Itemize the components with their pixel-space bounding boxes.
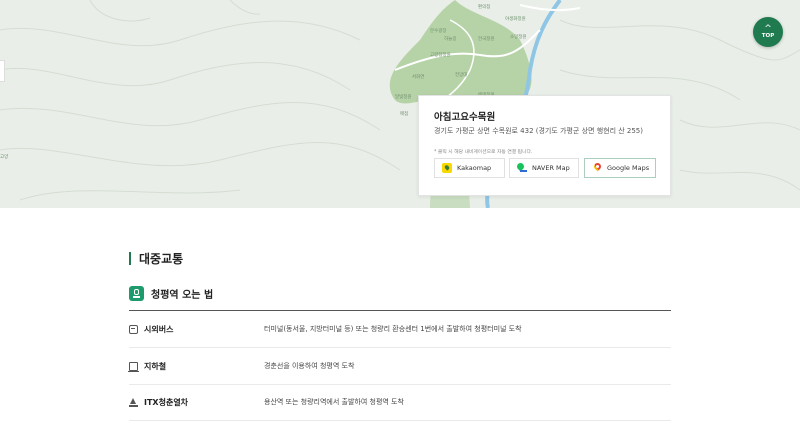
- transit-row: 시외버스 터미널(동서울, 지방터미널 등) 또는 청량리 환승센터 1번에서 …: [129, 311, 671, 348]
- navigation-note: * 클릭 시 해당 내비게이션으로 자동 연결 됩니다.: [434, 150, 533, 155]
- google-maps-label: Google Maps: [607, 164, 650, 172]
- map-label: 고양: [0, 153, 8, 160]
- transit-row: 지하철 경춘선을 이용하여 청평역 도착: [128, 348, 671, 385]
- transit-label: 지하철: [144, 362, 167, 371]
- map-canvas: 편의점 분수광장 하늘길 고향집정원 한국정원 소망정원 전망대 서화연 에덴정…: [0, 0, 800, 208]
- map-label: 고향집정원: [430, 51, 451, 58]
- transit-description: 경춘선을 이용하여 청평역 도착: [264, 362, 355, 370]
- transit-subsection-heading: 청평역 오는 법: [129, 286, 213, 301]
- scroll-top-button[interactable]: ^ TOP: [753, 17, 783, 47]
- title-accent-bar: [129, 252, 131, 265]
- map-label: 매점: [400, 110, 408, 117]
- naver-map-button[interactable]: NAVER Map: [509, 158, 579, 178]
- transit-section-title: 대중교통: [129, 250, 183, 267]
- google-maps-icon: [592, 163, 602, 173]
- transit-description: 터미널(동서울, 지방터미널 등) 또는 청량리 환승센터 1번에서 출발하여 …: [264, 325, 522, 333]
- map-label: 서화연: [412, 73, 424, 80]
- station-icon: [129, 286, 144, 301]
- naver-map-label: NAVER Map: [532, 164, 570, 172]
- kakaomap-icon: [442, 163, 452, 173]
- place-title: 아침고요수목원: [434, 112, 496, 123]
- bus-icon: [129, 325, 138, 334]
- google-maps-button[interactable]: Google Maps: [584, 158, 656, 178]
- transit-label: ITX청춘열차: [144, 398, 189, 407]
- transit-description: 용산역 또는 청량리역에서 출발하여 청평역 도착: [264, 398, 404, 406]
- map-label: 한국정원: [478, 35, 495, 42]
- map-label: 달빛정원: [395, 93, 412, 100]
- place-info-card: 아침고요수목원 경기도 가평군 상면 수목원로 432 (경기도 가평군 상면 …: [418, 95, 671, 196]
- transit-label: 시외버스: [144, 325, 174, 334]
- map-side-tab[interactable]: [0, 60, 5, 82]
- map-label: 소망정원: [510, 33, 527, 40]
- train-icon: [129, 398, 138, 407]
- map-label: 편의점: [478, 3, 490, 10]
- transit-row: ITX청춘열차 용산역 또는 청량리역에서 출발하여 청평역 도착: [129, 384, 671, 421]
- kakaomap-label: Kakaomap: [457, 164, 492, 172]
- subway-icon: [128, 362, 139, 373]
- place-address: 경기도 가평군 상면 수목원로 432 (경기도 가평군 상면 행현리 산 25…: [434, 127, 643, 135]
- map-label: 전망대: [455, 71, 467, 78]
- map-label: 하늘길: [444, 35, 456, 42]
- map-label: 야생화정원: [505, 15, 526, 22]
- kakaomap-button[interactable]: Kakaomap: [434, 158, 505, 178]
- naver-map-icon: [517, 163, 527, 173]
- map-area[interactable]: 편의점 분수광장 하늘길 고향집정원 한국정원 소망정원 전망대 서화연 에덴정…: [0, 0, 800, 208]
- chevron-up-icon: ^: [764, 23, 772, 34]
- map-label: 분수광장: [430, 27, 447, 34]
